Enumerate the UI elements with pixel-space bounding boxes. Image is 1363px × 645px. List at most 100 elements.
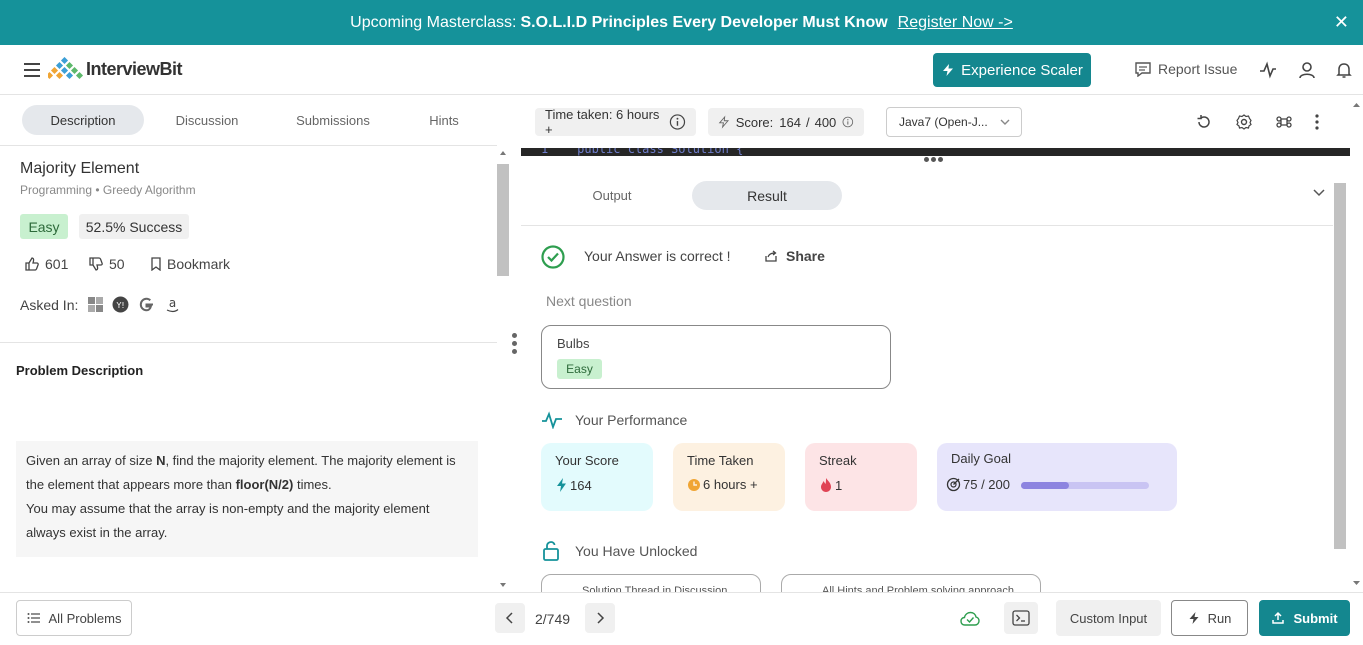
chevron-down-icon[interactable]: [1312, 186, 1326, 200]
thumbs-up-icon: [25, 257, 39, 271]
run-button[interactable]: Run: [1171, 600, 1248, 636]
problem-panel: Description Discussion Submissions Hints…: [0, 96, 510, 592]
panel-resize-handle[interactable]: [511, 333, 519, 359]
problem-statement: Given an array of size N, find the major…: [26, 453, 456, 492]
like-button[interactable]: 601: [24, 256, 68, 272]
streak-card-value: 1: [835, 477, 843, 493]
cloud-check-icon[interactable]: [960, 610, 980, 628]
thumbs-down-icon: [89, 257, 103, 271]
time-card: Time Taken 6 hours +: [673, 443, 785, 511]
scroll-down-icon[interactable]: [497, 580, 509, 590]
language-value: Java7 (Open-J...: [899, 115, 988, 129]
scroll-thumb[interactable]: [497, 164, 509, 276]
banner-prefix: Upcoming Masterclass:: [350, 13, 517, 31]
bookmark-label: Bookmark: [167, 256, 231, 272]
experience-scaler-button[interactable]: Experience Scaler: [933, 53, 1091, 87]
language-select[interactable]: Java7 (Open-J...: [886, 107, 1022, 137]
tab-output[interactable]: Output: [561, 181, 663, 210]
settings-icon[interactable]: [1235, 113, 1253, 131]
problem-title: Majority Element: [20, 160, 140, 177]
next-question-card[interactable]: Bulbs Easy: [541, 325, 891, 389]
scroll-thumb[interactable]: [1334, 183, 1346, 549]
time-card-value: 6 hours +: [703, 477, 758, 492]
dislike-button[interactable]: 50: [88, 256, 125, 272]
unlock-icon: [543, 541, 559, 561]
daily-goal-card: Daily Goal 75 / 200: [937, 443, 1177, 511]
report-issue-button[interactable]: Report Issue: [1134, 61, 1237, 77]
flame-icon: [821, 478, 831, 492]
logo[interactable]: InterviewBit: [48, 57, 183, 81]
activity-icon[interactable]: [1258, 60, 1278, 80]
more-options-icon[interactable]: [1308, 113, 1326, 131]
user-icon[interactable]: [1297, 60, 1317, 80]
tab-submissions[interactable]: Submissions: [272, 105, 394, 135]
code-editor[interactable]: 1 public class Solution {: [521, 148, 1350, 156]
result-tabs: Output Result: [521, 165, 1333, 226]
share-button[interactable]: Share: [764, 248, 825, 264]
command-icon[interactable]: [1275, 113, 1293, 131]
score-card-value: 164: [570, 477, 592, 493]
score-chip: Score: 164 / 400: [708, 108, 864, 136]
custom-input-label: Custom Input: [1069, 610, 1148, 626]
submit-label: Submit: [1293, 610, 1338, 626]
reset-icon[interactable]: [1195, 113, 1213, 131]
tab-result[interactable]: Result: [692, 181, 842, 210]
problem-pager: 2/749: [535, 611, 571, 627]
share-icon: [765, 250, 777, 262]
close-banner-icon[interactable]: ✕: [1334, 12, 1349, 33]
next-problem-button[interactable]: [585, 603, 615, 633]
performance-title: Your Performance: [575, 412, 688, 428]
amazon-logo-icon: a: [166, 296, 179, 313]
bottom-action-bar: All Problems 2/749 Custom Input Run Subm…: [0, 592, 1363, 645]
menu-icon[interactable]: [24, 63, 40, 77]
score-value: 164: [779, 114, 801, 130]
result-scrollbar[interactable]: [1333, 165, 1347, 592]
success-rate-badge: 52.5% Success: [79, 214, 189, 239]
scroll-up-icon[interactable]: [1350, 100, 1363, 110]
tab-hints[interactable]: Hints: [410, 105, 478, 135]
bell-icon[interactable]: [1334, 60, 1354, 80]
left-scrollbar[interactable]: [497, 146, 509, 592]
score-max: 400: [814, 114, 837, 130]
bolt-icon: [1189, 612, 1199, 624]
console-toggle-button[interactable]: [1004, 602, 1038, 634]
target-icon: [946, 477, 961, 492]
editor-resize-handle[interactable]: [924, 157, 945, 162]
problem-assumption: You may assume that the array is non-emp…: [26, 501, 430, 540]
tab-discussion[interactable]: Discussion: [150, 105, 264, 135]
scroll-down-icon[interactable]: [1350, 578, 1363, 588]
run-label: Run: [1207, 610, 1232, 626]
svg-text:a: a: [169, 296, 176, 310]
right-panel-scrollbar[interactable]: [1350, 96, 1363, 592]
register-now-link[interactable]: Register Now ->: [898, 14, 1013, 32]
svg-text:Y!: Y!: [115, 301, 124, 310]
previous-problem-button[interactable]: [495, 603, 525, 633]
top-header: InterviewBit Experience Scaler Report Is…: [0, 45, 1363, 95]
announcement-banner: Upcoming Masterclass: S.O.L.I.D Principl…: [0, 0, 1363, 45]
next-question-label: Next question: [546, 293, 632, 309]
info-icon[interactable]: [669, 113, 686, 131]
problem-description-heading: Problem Description: [16, 363, 144, 378]
problem-category: Programming • Greedy Algorithm: [20, 183, 196, 197]
time-card-value-row: 6 hours +: [687, 477, 758, 492]
chevron-left-icon: [505, 612, 513, 624]
upload-icon: [1272, 611, 1285, 624]
unlocked-heading: You Have Unlocked: [541, 541, 697, 561]
dislike-count: 50: [109, 256, 125, 272]
all-problems-label: All Problems: [48, 610, 122, 626]
google-logo-icon: [139, 297, 153, 312]
all-problems-button[interactable]: All Problems: [16, 600, 132, 636]
report-issue-label: Report Issue: [1158, 61, 1238, 77]
bookmark-icon: [151, 257, 161, 271]
scroll-up-icon[interactable]: [497, 148, 509, 158]
submit-button[interactable]: Submit: [1259, 600, 1350, 636]
like-count: 601: [45, 256, 69, 272]
bookmark-button[interactable]: Bookmark: [150, 256, 230, 272]
streak-card-label: Streak: [819, 453, 857, 468]
next-question-difficulty: Easy: [557, 359, 602, 379]
streak-card: Streak 1: [805, 443, 917, 511]
score-label: Score:: [735, 114, 774, 130]
info-icon[interactable]: [842, 115, 854, 129]
custom-input-button[interactable]: Custom Input: [1056, 600, 1161, 636]
tab-description[interactable]: Description: [22, 105, 144, 135]
